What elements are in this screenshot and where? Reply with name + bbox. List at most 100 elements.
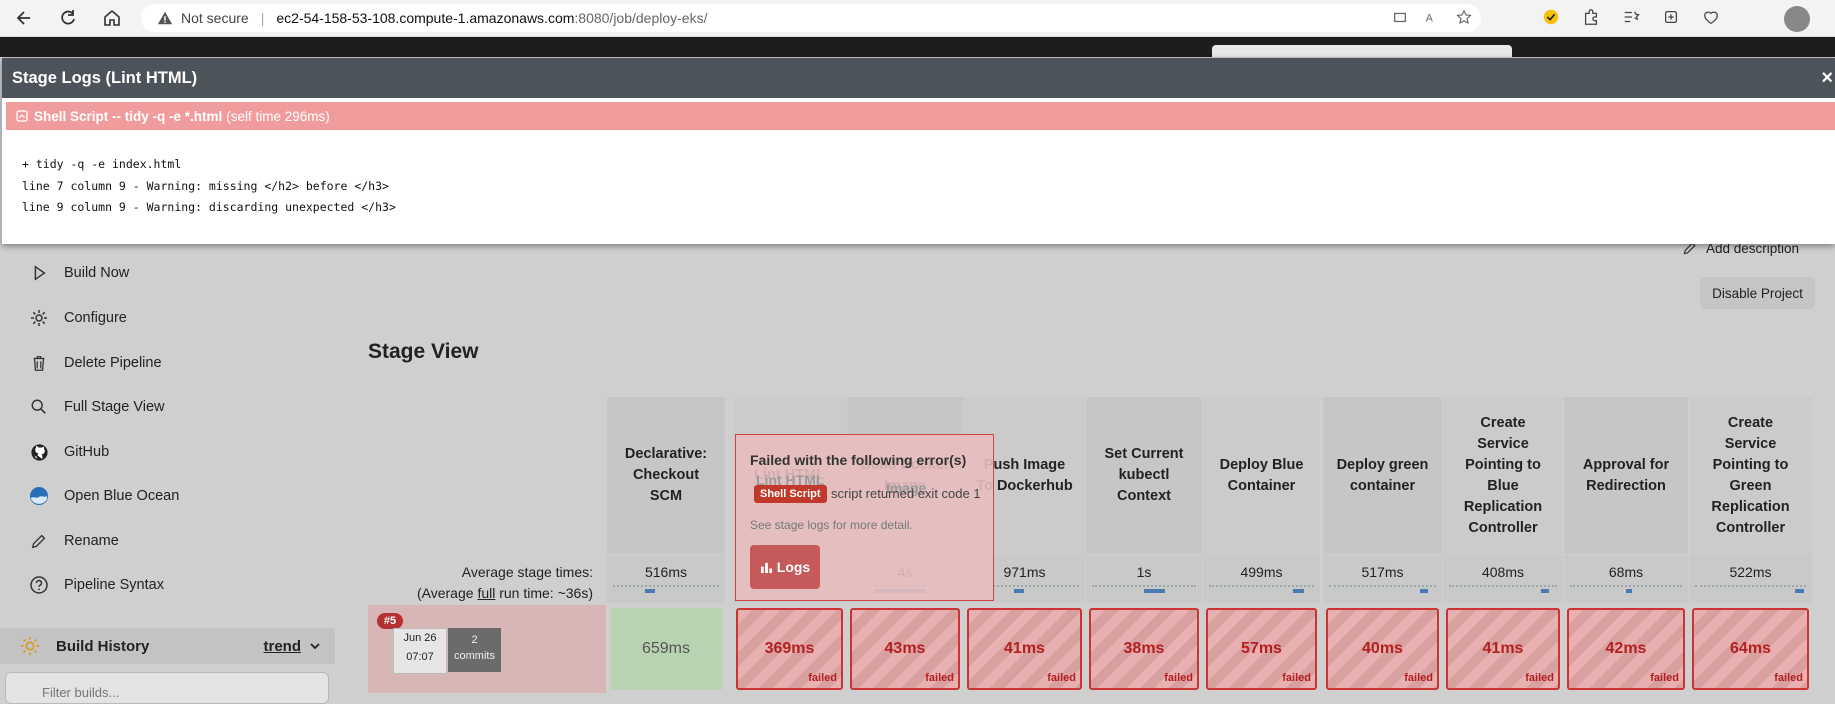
average-time-bar-fill — [1013, 589, 1025, 593]
blue-ocean-icon — [28, 485, 50, 507]
sidebar-item-open-blue-ocean[interactable]: Open Blue Ocean — [28, 482, 179, 510]
average-time-bar-fill — [1794, 589, 1804, 593]
filter-builds-input[interactable]: Filter builds... — [5, 672, 329, 704]
popover-message: script returned exit code 1 — [831, 486, 981, 501]
favorite-star-icon[interactable] — [1455, 8, 1473, 26]
sidebar-item-pipeline-syntax[interactable]: Pipeline Syntax — [28, 571, 164, 599]
address-bar[interactable]: Not secure | ec2-54-158-53-108.compute-1… — [141, 4, 1481, 32]
sidebar-item-configure[interactable]: Configure — [28, 304, 127, 332]
commits-badge[interactable]: 2 commits — [448, 628, 501, 672]
failed-label: failed — [1404, 672, 1433, 684]
extensions-puzzle-icon[interactable] — [1580, 6, 1602, 28]
average-time-cell: 499ms — [1203, 555, 1320, 603]
commits-count: 2 — [471, 634, 478, 646]
average-time: 517ms — [1361, 564, 1404, 580]
average-time-bar-fill — [1144, 589, 1165, 593]
close-icon[interactable]: × — [1821, 67, 1833, 90]
sidebar-item-github[interactable]: GitHub — [28, 438, 109, 466]
average-time-bar — [1570, 585, 1682, 593]
stage-header: Set Current kubectl Context — [1086, 397, 1202, 554]
stage-duration: 38ms — [1123, 640, 1165, 657]
sidebar-item-label: Build Now — [64, 265, 130, 281]
failed-label: failed — [1047, 672, 1076, 684]
stage-duration: 41ms — [1482, 640, 1524, 657]
sidebar-item-full-stage-view[interactable]: Full Stage View — [28, 393, 164, 421]
sidebar-item-label: Rename — [64, 533, 119, 549]
stage-header: Declarative: Checkout SCM — [607, 397, 725, 554]
stage-header: Deploy green container — [1323, 397, 1442, 554]
stage-duration: 42ms — [1605, 640, 1647, 657]
average-time: 516ms — [644, 564, 688, 580]
log-output: + tidy -q -e index.html line 7 column 9 -… — [22, 154, 396, 219]
step-title: Shell Script -- tidy -q -e *.html — [34, 108, 223, 124]
logs-button[interactable]: Logs — [750, 545, 820, 589]
stage-cell-success[interactable]: 659ms — [610, 608, 722, 690]
average-time-cell: 68ms — [1564, 555, 1688, 603]
stage-duration: 43ms — [884, 640, 926, 657]
sidebar-item-build-now[interactable]: Build Now — [28, 259, 129, 287]
error-popover: Failed with the following error(s) Lint … — [735, 434, 994, 601]
home-button[interactable] — [94, 0, 130, 36]
logs-button-label: Logs — [776, 559, 811, 575]
github-icon — [28, 441, 50, 463]
help-icon — [28, 574, 50, 596]
average-time-bar — [1329, 585, 1436, 593]
stage-cell-failed[interactable]: 41ms failed — [967, 608, 1082, 690]
sidebar-item-delete-pipeline[interactable]: Delete Pipeline — [28, 349, 162, 377]
popover-heading: Failed with the following error(s) — [750, 452, 967, 468]
browser-essentials-icon[interactable] — [1700, 6, 1722, 28]
log-line: + tidy -q -e index.html — [22, 157, 182, 171]
failed-label: failed — [1650, 672, 1679, 684]
stage-name: Create Service Pointing to Green Replica… — [1711, 414, 1790, 536]
collapse-icon[interactable] — [16, 110, 28, 122]
browser-toolbar: Not secure | ec2-54-158-53-108.compute-1… — [0, 0, 1835, 37]
refresh-icon — [61, 10, 75, 25]
stage-duration: 57ms — [1241, 640, 1282, 657]
avg-label-prefix: (Average — [416, 585, 478, 601]
stage-cell-failed[interactable]: 369ms failed — [736, 608, 843, 690]
svg-text:A: A — [1426, 12, 1434, 24]
read-aloud-icon[interactable]: A — [1423, 8, 1441, 26]
profile-avatar[interactable] — [1784, 6, 1810, 32]
refresh-button[interactable] — [50, 0, 86, 36]
build-number-badge[interactable]: #5 — [377, 613, 403, 629]
sidebar-item-rename[interactable]: Rename — [28, 527, 119, 555]
gear-icon — [28, 307, 50, 329]
search-icon — [28, 396, 50, 418]
stage-cell-failed[interactable]: 57ms failed — [1206, 608, 1317, 690]
sidebar-item-label: Delete Pipeline — [64, 355, 162, 371]
step-header[interactable]: Shell Script -- tidy -q -e *.html (self … — [6, 102, 1835, 130]
collections-icon[interactable] — [1660, 6, 1682, 28]
url-host: ec2-54-158-53-108.compute-1.amazonaws.co… — [276, 10, 575, 26]
back-button[interactable] — [6, 0, 42, 36]
stage-cell-failed[interactable]: 64ms failed — [1692, 608, 1809, 690]
arrow-left-icon — [16, 11, 30, 25]
build-history-header: Build History trend — [0, 628, 335, 664]
average-time: 68ms — [1608, 564, 1644, 580]
jenkins-search-input[interactable] — [1212, 45, 1512, 57]
failed-label: failed — [1774, 672, 1803, 684]
disable-project-button[interactable]: Disable Project — [1700, 277, 1815, 309]
stage-cell-failed[interactable]: 43ms failed — [850, 608, 960, 690]
stage-cell-failed[interactable]: 40ms failed — [1326, 608, 1439, 690]
stage-cell-failed[interactable]: 41ms failed — [1446, 608, 1560, 690]
extension-check-icon[interactable] — [1540, 6, 1562, 28]
average-time-bar — [613, 585, 719, 593]
sidebar-item-label: Open Blue Ocean — [64, 488, 180, 504]
full-run-link[interactable]: full — [477, 585, 495, 601]
log-line: line 9 column 9 - Warning: discarding un… — [22, 200, 396, 214]
stage-cell-failed[interactable]: 42ms failed — [1567, 608, 1685, 690]
average-time: 1s — [1136, 564, 1152, 580]
favorites-icon[interactable] — [1620, 6, 1642, 28]
average-time-bar — [1209, 585, 1314, 593]
average-time: 522ms — [1729, 564, 1772, 580]
warning-icon — [157, 9, 175, 27]
stage-duration: 659ms — [641, 640, 691, 657]
stage-cell-failed[interactable]: 38ms failed — [1089, 608, 1199, 690]
app-available-icon[interactable] — [1391, 8, 1409, 26]
chevron-down-icon — [310, 643, 320, 650]
trend-link[interactable]: trend — [264, 638, 322, 655]
sidebar-item-label: Pipeline Syntax — [64, 577, 164, 593]
stage-logs-modal: Stage Logs (Lint HTML) × Shell Script --… — [2, 58, 1835, 244]
sun-icon — [18, 634, 42, 658]
